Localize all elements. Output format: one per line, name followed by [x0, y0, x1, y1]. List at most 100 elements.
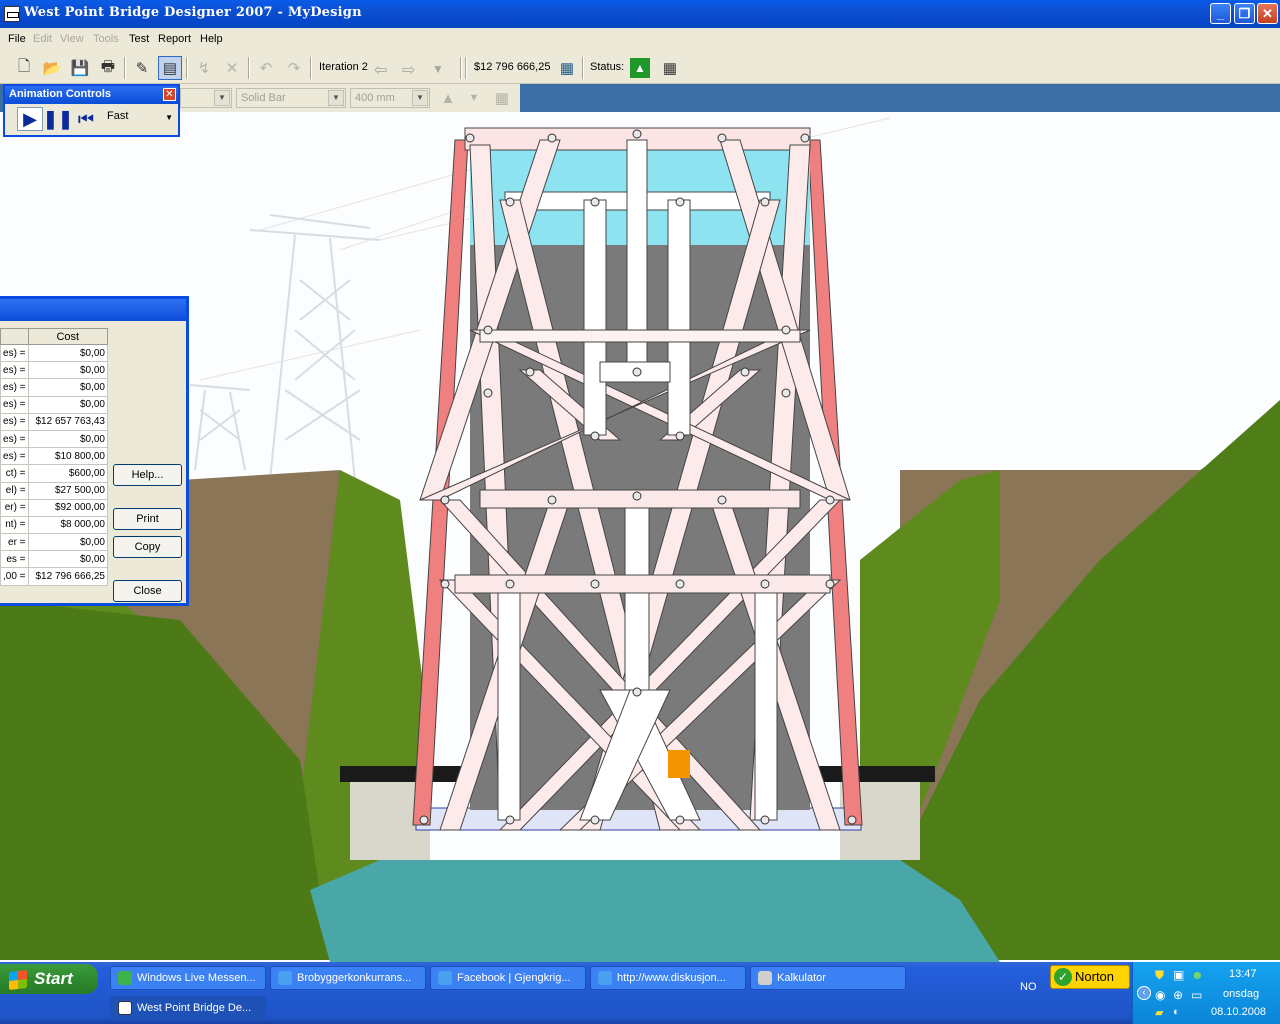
menu-report[interactable]: Report: [158, 33, 191, 45]
task-kalkulator[interactable]: Kalkulator: [750, 966, 906, 990]
menu-tools[interactable]: Tools: [93, 33, 119, 45]
task-west-point-bridge-designer[interactable]: West Point Bridge De...: [110, 996, 266, 1020]
menu-test[interactable]: Test: [129, 33, 149, 45]
table-row: el) = $27 500,00: [0, 481, 109, 500]
taskbar: Start Windows Live Messen... Brobyggerko…: [0, 962, 1280, 1024]
member-properties-toolbar: ▼ Solid Bar ▼ 400 mm ▼ ▲ ▼ ▦: [180, 84, 520, 112]
menu-bar: File Edit View Tools Test Report Help: [0, 28, 1280, 52]
drawing-board-icon[interactable]: ✎: [130, 56, 154, 80]
menu-edit[interactable]: Edit: [33, 33, 52, 45]
show-hidden-icons-icon[interactable]: ‹: [1137, 986, 1151, 1000]
copy-button[interactable]: Copy: [113, 536, 182, 558]
cost-column-header: Cost: [27, 328, 109, 345]
norton-button[interactable]: ✓ Norton: [1050, 965, 1130, 989]
task-diskusjon[interactable]: http://www.diskusjon...: [590, 966, 746, 990]
bridge-animation-view[interactable]: [0, 112, 1280, 962]
minimize-button[interactable]: _: [1210, 3, 1231, 24]
status-ok-icon[interactable]: ▲: [630, 58, 650, 78]
language-indicator[interactable]: NO: [1020, 981, 1037, 993]
cost-calculator-icon[interactable]: ▦: [555, 56, 579, 80]
bridge-app-icon: [118, 1001, 132, 1015]
table-row: er = $0,00: [0, 533, 109, 552]
bridge-app-icon: [4, 6, 20, 22]
cost-table: Cost es) = $0,00 es) = $0,00 es) = $0,00 es…: [0, 328, 109, 586]
delete-icon[interactable]: ✕: [220, 56, 244, 80]
play-icon[interactable]: ▶: [17, 107, 43, 131]
help-button[interactable]: Help...: [113, 464, 182, 486]
open-folder-icon[interactable]: 📂: [40, 56, 64, 80]
member-table-icon[interactable]: ▦: [490, 86, 514, 110]
size-select[interactable]: 400 mm ▼: [350, 88, 430, 108]
print-icon[interactable]: 🖶: [96, 56, 120, 80]
table-row: es) = $0,00: [0, 361, 109, 380]
messenger-icon: [118, 971, 132, 985]
network-icon[interactable]: ▣: [1173, 968, 1184, 982]
clock-date[interactable]: 08.10.2008: [1211, 1006, 1266, 1018]
previous-iteration-icon[interactable]: ⇦: [374, 60, 387, 80]
auto-correct-icon[interactable]: ↯: [192, 56, 216, 80]
table-row: es) = $0,00: [0, 343, 109, 363]
undo-icon[interactable]: ↶: [254, 56, 278, 80]
main-toolbar: 🗋 📂 💾 🖶 ✎ ▤ ↯ ✕ ↶ ↷ Iteration 2 ⇦ ⇨ ▼ $1…: [0, 52, 1280, 84]
print-button[interactable]: Print: [113, 508, 182, 530]
close-animation-controls-icon[interactable]: ✕: [163, 88, 176, 101]
task-windows-live-messenger[interactable]: Windows Live Messen...: [110, 966, 266, 990]
increase-size-icon[interactable]: ▲: [436, 86, 460, 110]
status-label: Status:: [590, 61, 625, 73]
folder-icon[interactable]: ▰: [1155, 1006, 1163, 1019]
cost-dialog-titlebar: [0, 299, 186, 321]
clock-day[interactable]: onsdag: [1223, 988, 1259, 1000]
clock-time[interactable]: 13:47: [1229, 968, 1257, 980]
next-iteration-icon[interactable]: ⇨: [402, 60, 415, 80]
close-window-button[interactable]: ✕: [1257, 3, 1278, 24]
ie-icon: [438, 971, 452, 985]
ie-icon: [278, 971, 292, 985]
restore-button[interactable]: ❐: [1234, 3, 1255, 24]
table-row: es) = $12 657 763,43: [0, 412, 109, 431]
globe-icon[interactable]: ⊕: [1173, 988, 1183, 1002]
table-row: nt) = $8 000,00: [0, 515, 109, 535]
close-dialog-button[interactable]: Close: [113, 580, 182, 602]
menu-view[interactable]: View: [60, 33, 84, 45]
redo-icon[interactable]: ↷: [282, 56, 306, 80]
start-button[interactable]: Start: [0, 964, 98, 994]
checkmark-icon: ✓: [1054, 968, 1072, 986]
animation-controls-title: Animation Controls: [5, 86, 178, 104]
table-row: ,00 = $12 796 666,25: [0, 567, 109, 586]
windows-logo-icon: [9, 970, 27, 990]
task-brobyggerkonkurranse[interactable]: Brobyggerkonkurrans...: [270, 966, 426, 990]
shield-icon[interactable]: ⛊: [1155, 968, 1164, 983]
system-tray: ‹ ⛊ ▣ ☻ ◉ ⊕ ▭ ▰ ◐ 13:47 onsdag 08.10.200…: [1132, 962, 1280, 1024]
table-row: es) = $10 800,00: [0, 447, 109, 466]
table-row: es) = $0,00: [0, 395, 109, 414]
ie-icon: [598, 971, 612, 985]
table-row: es) = $0,00: [0, 378, 109, 397]
load-test-icon[interactable]: ▤: [158, 56, 182, 80]
iteration-dropdown-icon[interactable]: ▼: [432, 62, 444, 76]
table-row: es) = $0,00: [0, 429, 109, 449]
animation-speed-select[interactable]: Fast ▼: [103, 108, 175, 128]
material-select[interactable]: ▼: [180, 88, 232, 108]
cost-calculations-dialog: Cost es) = $0,00 es) = $0,00 es) = $0,00 es…: [0, 296, 189, 606]
table-row: es = $0,00: [0, 550, 109, 569]
animation-controls-panel: Animation Controls ✕ ▶ ❚❚ ⏮ Fast ▼: [3, 84, 180, 137]
rewind-icon[interactable]: ⏮: [73, 107, 99, 131]
menu-help[interactable]: Help: [200, 33, 223, 45]
webcam-icon[interactable]: ◉: [1155, 988, 1165, 1002]
display-icon[interactable]: ▭: [1191, 988, 1202, 1002]
menu-file[interactable]: File: [8, 33, 26, 45]
task-facebook[interactable]: Facebook | Gjengkrig...: [430, 966, 586, 990]
messenger-tray-icon[interactable]: ☻: [1191, 968, 1204, 982]
table-row: ct) = $600,00: [0, 464, 109, 483]
new-document-icon[interactable]: 🗋: [12, 56, 36, 80]
volume-icon[interactable]: ◐: [1173, 1006, 1180, 1018]
pause-icon[interactable]: ❚❚: [43, 107, 73, 131]
save-icon[interactable]: 💾: [68, 56, 92, 80]
member-list-icon[interactable]: ▦: [658, 56, 682, 80]
calculator-icon: [758, 971, 772, 985]
iteration-label: Iteration 2: [319, 61, 368, 73]
decrease-size-icon[interactable]: ▼: [462, 86, 486, 110]
shape-select[interactable]: Solid Bar ▼: [236, 88, 346, 108]
total-cost-display: $12 796 666,25: [474, 61, 551, 73]
table-row: er) = $92 000,00: [0, 498, 109, 517]
